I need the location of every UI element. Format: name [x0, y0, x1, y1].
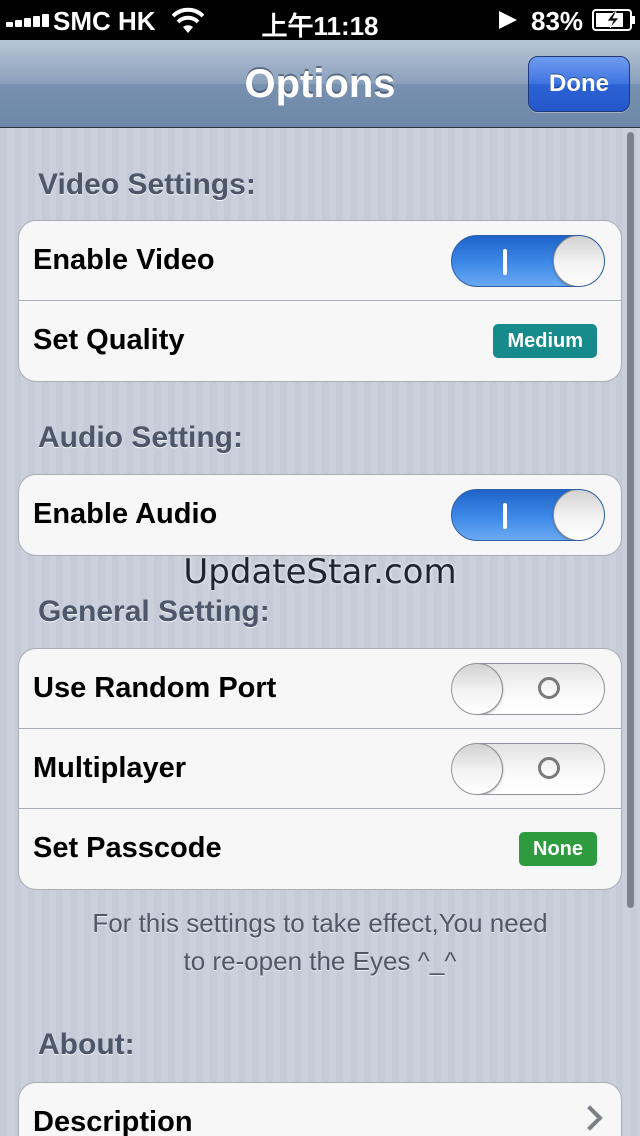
quality-value-badge: Medium: [493, 324, 597, 358]
audio-settings-group: Enable Audio: [18, 474, 622, 556]
done-button[interactable]: Done: [528, 56, 630, 112]
vertical-scrollbar[interactable]: [627, 132, 634, 908]
multiplayer-label: Multiplayer: [33, 752, 187, 784]
battery-percent: 83%: [531, 6, 584, 36]
multiplayer-row[interactable]: Multiplayer: [19, 729, 621, 809]
settings-note-line-2: to re-open the Eyes ^_^: [183, 946, 457, 976]
set-quality-label: Set Quality: [33, 324, 185, 356]
enable-video-row[interactable]: Enable Video: [19, 221, 621, 301]
section-header-audio: Audio Setting:: [38, 421, 243, 454]
general-settings-group: Use Random Port Multiplayer Set Passcode…: [18, 648, 622, 890]
battery-icon: [592, 9, 635, 31]
description-row[interactable]: Description: [19, 1083, 621, 1136]
multiplayer-switch[interactable]: [451, 743, 605, 795]
random-port-row[interactable]: Use Random Port: [19, 649, 621, 729]
navigation-bar: Options Done: [0, 40, 640, 128]
settings-note: For this settings to take effect,You nee…: [0, 904, 640, 980]
settings-table[interactable]: Video Settings: Enable Video Set Quality…: [0, 128, 640, 1136]
settings-note-line-1: For this settings to take effect,You nee…: [92, 908, 548, 938]
random-port-switch[interactable]: [451, 663, 605, 715]
enable-video-label: Enable Video: [33, 244, 215, 276]
description-label: Description: [33, 1106, 193, 1136]
random-port-label: Use Random Port: [33, 672, 277, 704]
watermark-text: UpdateStar.com: [183, 552, 457, 592]
video-settings-group: Enable Video Set Quality Medium: [18, 220, 622, 382]
section-header-about: About:: [38, 1028, 135, 1061]
section-header-video: Video Settings:: [38, 168, 256, 201]
set-passcode-row[interactable]: Set Passcode None: [19, 809, 621, 889]
enable-audio-label: Enable Audio: [33, 498, 218, 530]
set-quality-row[interactable]: Set Quality Medium: [19, 301, 621, 381]
status-bar: SMC HK 上午11:18 83%: [0, 0, 640, 41]
play-icon: [499, 11, 517, 29]
chevron-right-icon: [577, 1105, 603, 1131]
section-header-general: General Setting:: [38, 595, 270, 628]
enable-audio-row[interactable]: Enable Audio: [19, 475, 621, 555]
passcode-value-badge: None: [519, 832, 597, 866]
set-passcode-label: Set Passcode: [33, 832, 222, 864]
enable-audio-switch[interactable]: [451, 489, 605, 541]
enable-video-switch[interactable]: [451, 235, 605, 287]
about-group: Description: [18, 1082, 622, 1136]
